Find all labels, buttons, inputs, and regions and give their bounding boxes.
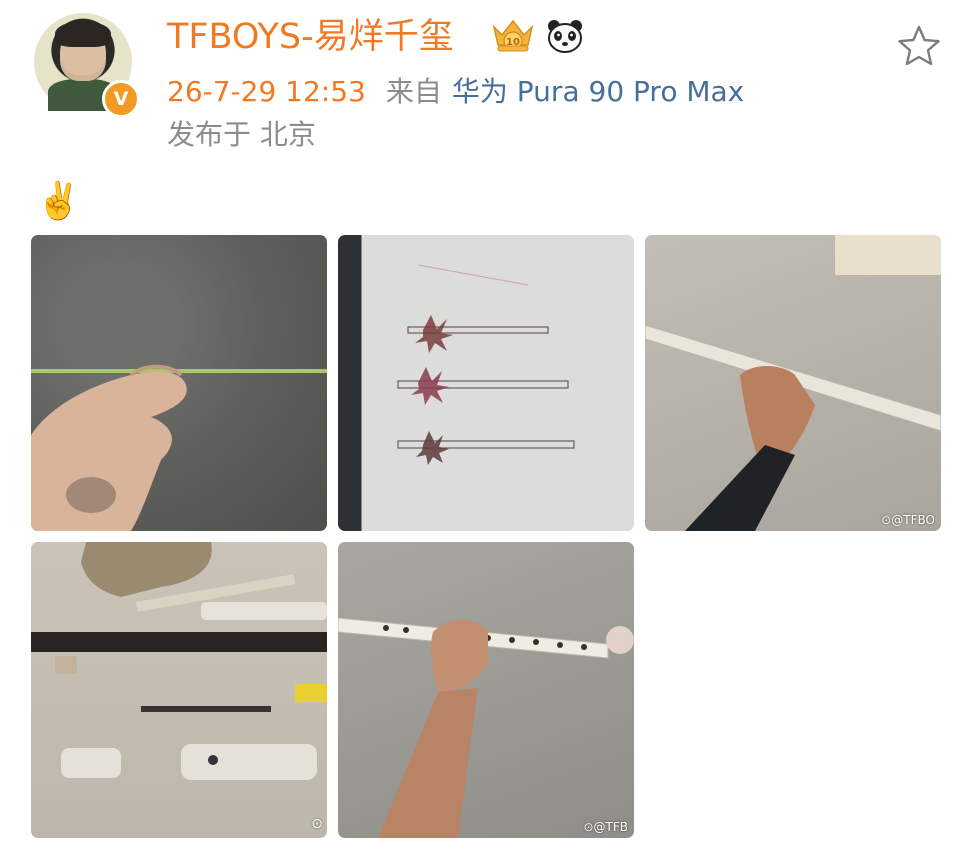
panda-icon[interactable]: [546, 18, 584, 54]
post-text: ✌️: [36, 181, 81, 222]
photo-watermark: ⊙@TFB: [583, 820, 628, 834]
photo-5[interactable]: ⊙@TFB: [338, 542, 634, 838]
post-meta: 26-7-29 12:53 来自 华为 Pura 90 Pro Max: [167, 72, 744, 112]
photo-4[interactable]: ⊙: [31, 542, 327, 838]
username[interactable]: TFBOYS-易烊千玺: [167, 14, 454, 60]
photo-1[interactable]: [31, 235, 327, 531]
photo-2[interactable]: [338, 235, 634, 531]
device-link[interactable]: 华为 Pura 90 Pro Max: [452, 75, 744, 108]
weibo-post-card: V TFBOYS-易烊千玺 10 26-7-29 12:53 来自 华为 Pura …: [0, 0, 972, 861]
avatar-hair: [55, 21, 111, 47]
star-outline-icon[interactable]: [897, 24, 941, 68]
photo-3[interactable]: ⊙@TFBO: [645, 235, 941, 531]
photo-watermark: ⊙@TFBO: [881, 513, 935, 527]
weibo-icon: ⊙: [311, 816, 323, 832]
verified-v-icon: V: [102, 80, 140, 118]
post-location: 发布于 北京: [167, 118, 316, 151]
crown-level-badge-icon[interactable]: 10: [490, 17, 536, 55]
from-label: 来自: [385, 75, 442, 108]
post-time: 26-7-29 12:53: [167, 75, 366, 108]
